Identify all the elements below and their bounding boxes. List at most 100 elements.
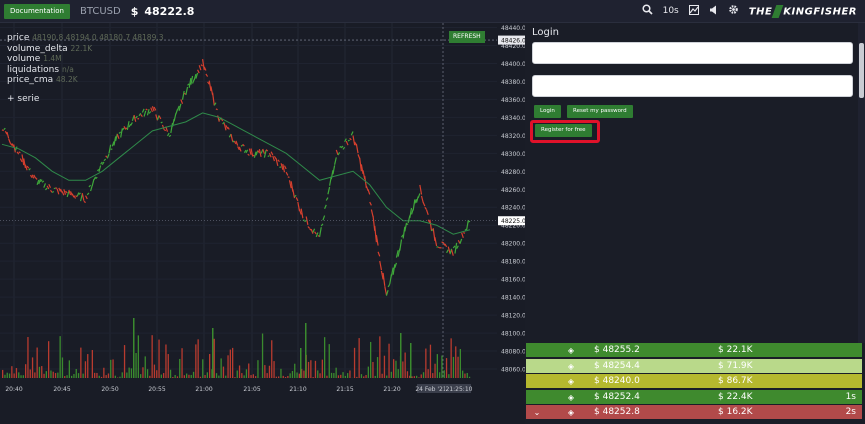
documentation-button[interactable]: Documentation [4,3,70,19]
trade-amount: $ 16.2K [718,407,753,417]
price-candle [449,248,453,255]
volume-bar [73,374,75,378]
price-candle [217,115,220,122]
volume-bar [11,366,13,378]
volume-bar [227,355,229,378]
trade-row: ◈ $ 48240.0 $ 86.7K [526,374,862,389]
price-candle [377,251,381,257]
volume-bar [146,369,149,378]
price-candle [340,145,344,149]
legend-item-liquidations[interactable]: liquidations n/a [7,65,164,76]
volume-bar [459,349,461,378]
price-candle [88,184,92,188]
volume-bar [344,375,346,378]
volume-bar [386,375,388,378]
price-candle [86,192,90,196]
price-candle [335,149,339,156]
volume-bar [220,358,222,378]
time-tick-label: 20:55 [148,386,165,393]
volume-bar [363,376,365,378]
volume-bar [266,373,268,378]
volume-bar [149,375,151,378]
legend-item-price[interactable]: price 48190.8 48194.0 48180.7 48189.3 [7,33,164,44]
volume-bar [128,367,130,378]
legend-label: price [7,33,30,43]
price-tick-label: 48320.0 [501,133,525,140]
volume-bar [158,339,160,378]
price-candle [292,189,296,199]
refresh-button[interactable]: REFRESH [449,31,485,43]
time-tick-label: 20:50 [101,386,118,393]
volume-bar [91,350,93,378]
legend-item-volume-delta[interactable]: volume_delta 22.1K [7,44,164,55]
timeframe-selector[interactable]: 10s [663,6,679,16]
price-chart[interactable]: 48440.0 48420.0 48400.0 48380.0 48360.0 48340… [0,23,525,424]
volume-bar [395,360,397,378]
price-candle [175,109,179,115]
trade-amount: $ 86.7K [718,376,753,386]
add-serie-button[interactable]: + serie [7,94,164,105]
volume-bar [100,376,103,378]
last-price-label: 48225.0 [501,218,525,225]
price-candle [247,153,250,156]
image-icon[interactable] [688,4,699,18]
time-tick-label: 24 Feb '21 [415,386,447,393]
price-candle [146,109,150,116]
volume-bar [416,375,418,378]
volume-bar [195,344,197,378]
scrollbar-thumb[interactable] [859,43,864,98]
legend-item-volume[interactable]: volume 1.4M [7,54,164,65]
volume-bar [172,376,174,378]
price-candle [404,222,408,232]
volume-bar [356,376,358,378]
price-candle [76,192,80,197]
price-candle [105,155,108,158]
price-candle [197,69,200,74]
price-candle [325,197,329,201]
volume-bar [15,368,18,378]
search-icon[interactable] [642,4,653,18]
trades-list: ◈ $ 48255.2 $ 22.1K ◈ $ 48254.4 $ 71.9K ◈ $ 482… [526,343,862,424]
volume-bar [112,359,114,378]
time-tick-label: 21:25:10 [446,386,473,393]
username-field[interactable] [532,42,853,64]
volume-bar [374,375,376,378]
panel-scrollbar[interactable] [858,23,865,343]
volume-bar [238,365,241,378]
volume-bar [427,369,429,378]
volume-bar [284,376,287,378]
price-tick-label: 48260.0 [501,187,525,194]
volume-bar [241,373,243,378]
price-candle [140,114,143,117]
price-candle [185,86,189,95]
price-candle [349,137,352,141]
price-candle [257,150,260,154]
pair-name[interactable]: BTCUSD [80,6,121,17]
gear-icon[interactable] [728,4,739,18]
legend-item-price-cma[interactable]: price_cma 48.2K [7,75,164,86]
price-candle [379,260,383,271]
price-candle [81,192,85,201]
volume-bar [298,373,300,378]
volume-bar [121,372,123,378]
volume-bar [61,357,64,378]
price-candle [252,154,255,157]
volume-icon[interactable] [709,5,718,18]
volume-bar [96,372,98,378]
legend-value: 48190.8 48194.0 48180.7 48189.3 [32,33,164,42]
time-tick-label: 20:45 [53,386,70,393]
volume-bar [317,370,319,378]
volume-bar [379,336,381,378]
legend-label: volume [7,54,41,64]
price-tick-label: 48100.0 [501,331,525,338]
volume-bar [287,375,289,378]
volume-bar [66,375,68,378]
volume-bar [98,375,100,378]
password-field[interactable] [532,75,853,97]
login-button[interactable]: Login [534,105,561,118]
reset-password-button[interactable]: Reset my password [567,105,633,118]
price-candle [352,135,356,146]
brand-mark [771,4,784,18]
price-candle [434,237,438,247]
register-button[interactable]: Register for free [535,124,592,137]
